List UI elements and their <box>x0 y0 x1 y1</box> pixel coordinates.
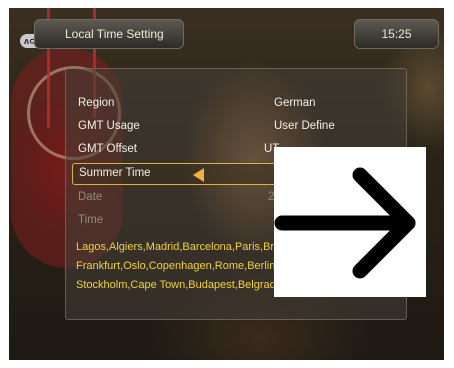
menu-item-label: Date <box>78 191 103 203</box>
menu-item-value: German <box>274 97 316 109</box>
menu-item-label: Summer Time <box>79 167 151 179</box>
page-title: Local Time Setting <box>34 19 184 49</box>
overlay-arrow-card <box>274 147 426 297</box>
menu-item-label: GMT Usage <box>78 120 140 132</box>
menu-item-label: GMT Offset <box>78 143 138 155</box>
menu-item-label: Time <box>78 214 104 226</box>
left-arrow-icon[interactable] <box>193 168 204 182</box>
menu-item-label: Region <box>78 97 115 109</box>
menu-item-gmt-usage[interactable]: GMT Usage User Define <box>78 117 406 137</box>
clock: 15:25 <box>354 19 439 49</box>
menu-item-region[interactable]: Region German <box>78 94 406 114</box>
right-arrow-icon <box>274 167 416 279</box>
menu-item-value: User Define <box>274 120 335 132</box>
